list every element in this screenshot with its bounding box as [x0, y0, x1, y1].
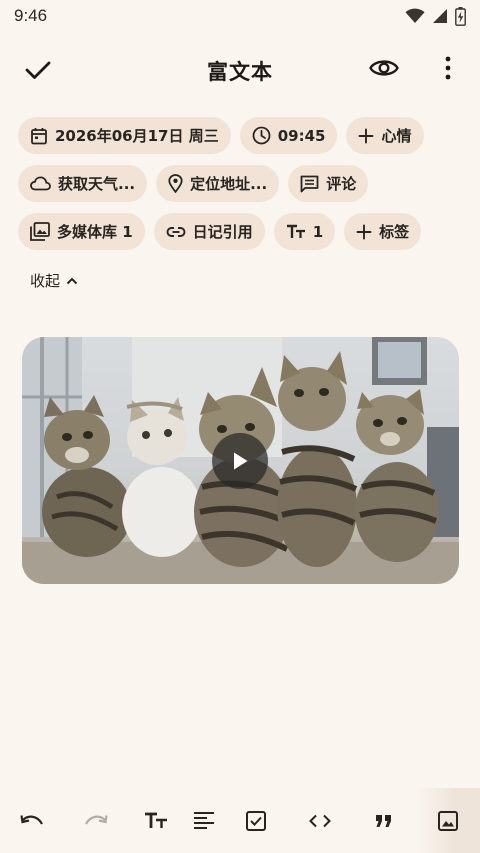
checklist-button[interactable] — [224, 788, 288, 853]
preview-button[interactable] — [364, 48, 404, 88]
video-thumbnail[interactable] — [22, 337, 459, 584]
collapse-label: 收起 — [30, 272, 61, 290]
weather-chip-label: 获取天气... — [58, 175, 136, 193]
media-library-chip[interactable]: 多媒体库 1 — [18, 213, 145, 250]
cloud-icon — [30, 176, 51, 191]
checkbox-icon — [246, 810, 266, 831]
undo-button[interactable] — [0, 788, 64, 853]
tag-chip-label: 标签 — [379, 223, 410, 241]
photo-library-icon — [30, 222, 50, 241]
app-bar: 富文本 — [0, 44, 480, 96]
signal-icon — [433, 9, 447, 23]
collapse-button[interactable]: 收起 — [30, 270, 78, 291]
code-icon — [309, 814, 331, 827]
comment-chip-label: 评论 — [326, 175, 357, 193]
undo-icon — [20, 814, 43, 825]
time-chip-label: 09:45 — [277, 126, 326, 145]
diary-ref-chip[interactable]: 日记引用 — [153, 213, 265, 250]
location-chip[interactable]: 定位地址... — [156, 165, 280, 202]
time-chip[interactable]: 09:45 — [239, 117, 338, 154]
plus-icon — [359, 128, 374, 143]
chip-row-1: 2026年06月17日 周三 09:45 心情 — [18, 117, 468, 154]
mood-chip-label: 心情 — [381, 127, 412, 145]
battery-icon — [455, 6, 466, 26]
wifi-icon — [405, 8, 425, 23]
chevron-up-icon — [66, 277, 78, 284]
page-title: 富文本 — [207, 60, 273, 84]
comment-chip[interactable]: 评论 — [288, 165, 369, 202]
redo-button[interactable] — [64, 788, 128, 853]
comment-icon — [300, 175, 319, 192]
status-icons — [405, 6, 466, 26]
date-chip[interactable]: 2026年06月17日 周三 — [18, 117, 231, 154]
metadata-chips: 2026年06月17日 周三 09:45 心情 获取天气... 定位地址... … — [18, 117, 468, 261]
quote-button[interactable] — [352, 788, 416, 853]
link-icon — [166, 226, 186, 237]
tag-chip[interactable]: 标签 — [344, 213, 422, 250]
text-size-icon — [286, 224, 305, 238]
align-button[interactable] — [184, 788, 224, 853]
media-library-chip-label: 多媒体库 1 — [57, 223, 133, 241]
chip-row-3: 多媒体库 1 日记引用 1 标签 — [18, 213, 468, 250]
status-bar: 9:46 — [0, 0, 480, 32]
calendar-icon — [31, 127, 47, 144]
date-chip-label: 2026年06月17日 周三 — [55, 127, 219, 145]
location-chip-label: 定位地址... — [190, 175, 268, 193]
more-vertical-icon — [445, 56, 451, 80]
chip-row-2: 获取天气... 定位地址... 评论 — [18, 165, 468, 202]
image-icon — [438, 810, 458, 831]
text-size-chip-label: 1 — [312, 222, 324, 241]
play-icon — [234, 452, 248, 470]
weather-chip[interactable]: 获取天气... — [18, 165, 148, 202]
eye-icon — [369, 60, 399, 76]
text-size-chip[interactable]: 1 — [273, 213, 336, 250]
code-button[interactable] — [288, 788, 352, 853]
quote-icon — [376, 814, 391, 827]
align-left-icon — [194, 812, 214, 829]
check-icon — [25, 61, 51, 79]
redo-icon — [85, 814, 108, 825]
confirm-button[interactable] — [18, 50, 58, 90]
text-size-icon — [145, 812, 167, 828]
plus-icon — [356, 224, 372, 239]
status-time: 9:46 — [14, 6, 48, 25]
formatting-toolbar — [0, 788, 480, 853]
insert-image-button[interactable] — [416, 788, 480, 853]
diary-ref-chip-label: 日记引用 — [192, 223, 253, 241]
text-size-button[interactable] — [128, 788, 184, 853]
clock-icon — [252, 126, 271, 145]
more-options-button[interactable] — [428, 48, 468, 88]
mood-chip[interactable]: 心情 — [346, 117, 424, 154]
location-pin-icon — [168, 174, 183, 193]
play-button[interactable] — [212, 433, 268, 489]
